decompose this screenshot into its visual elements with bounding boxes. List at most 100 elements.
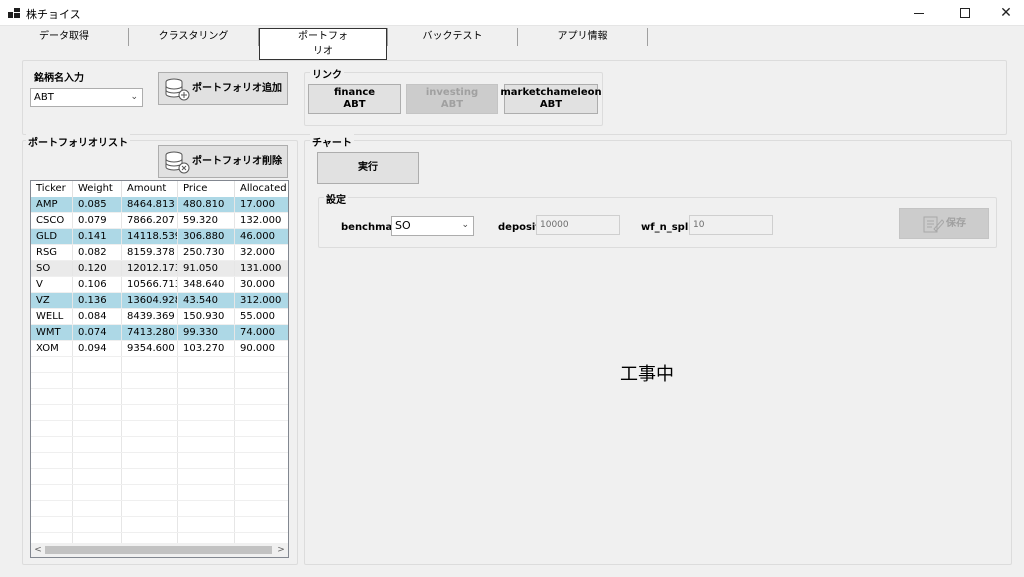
link-group-title: リンク bbox=[310, 66, 344, 81]
table-cell bbox=[73, 357, 122, 372]
table-row[interactable]: CSCO 0.079 7866.207 59.320 132.000 bbox=[31, 213, 288, 229]
table-row[interactable]: RSG 0.082 8159.378 250.730 32.000 bbox=[31, 245, 288, 261]
delete-portfolio-button[interactable]: ポートフォリオ削除 bbox=[158, 145, 288, 178]
empty-row bbox=[31, 437, 288, 453]
table-cell: 0.141 bbox=[73, 229, 122, 244]
column-header[interactable]: Price bbox=[178, 181, 235, 197]
table-cell: 250.730 bbox=[178, 245, 235, 260]
tab-data-fetch[interactable]: データ取得 bbox=[0, 28, 128, 46]
tab-app-info[interactable]: アプリ情報 bbox=[518, 28, 647, 46]
column-header[interactable]: Amount bbox=[122, 181, 178, 197]
column-header[interactable]: Allocated bbox=[235, 181, 288, 197]
table-cell: AMP bbox=[31, 197, 73, 212]
tab-clustering[interactable]: クラスタリング bbox=[129, 28, 258, 46]
empty-row bbox=[31, 357, 288, 373]
marketchameleon-link-button[interactable]: marketchameleon ABT bbox=[500, 84, 602, 114]
table-row[interactable]: GLD 0.141 14118.539 306.880 46.000 bbox=[31, 229, 288, 245]
wf-n-splid-input[interactable]: 10 bbox=[689, 215, 773, 235]
save-button[interactable]: 保存 bbox=[899, 208, 989, 239]
table-cell bbox=[31, 421, 73, 436]
table-cell: 132.000 bbox=[240, 215, 282, 226]
table-cell: V bbox=[31, 277, 73, 292]
table-cell bbox=[178, 357, 235, 372]
table-cell bbox=[235, 389, 288, 404]
table-cell: 7866.207 bbox=[122, 213, 178, 228]
table-row[interactable]: VZ 0.136 13604.928 43.540 312.000 bbox=[31, 293, 288, 309]
table-cell bbox=[122, 485, 178, 500]
column-header[interactable]: Ticker bbox=[31, 181, 73, 197]
stock-select[interactable]: ABT ⌄ bbox=[30, 88, 143, 107]
run-button[interactable]: 実行 bbox=[317, 152, 419, 184]
table-row[interactable]: WELL 0.084 8439.369 150.930 55.000 bbox=[31, 309, 288, 325]
table-cell bbox=[31, 501, 73, 516]
minimize-icon bbox=[914, 12, 924, 14]
empty-row bbox=[31, 389, 288, 405]
table-cell: 7413.280 bbox=[122, 325, 178, 340]
portfolio-list-view[interactable]: Ticker Weight Amount Price Allocated AMP… bbox=[30, 180, 289, 558]
table-cell: 90.000 bbox=[240, 343, 275, 354]
table-cell bbox=[178, 485, 235, 500]
minimize-button[interactable] bbox=[896, 0, 942, 26]
table-cell: 30.000 bbox=[240, 279, 275, 290]
tab-backtest[interactable]: バックテスト bbox=[388, 28, 517, 46]
window-title: 株チョイス bbox=[26, 8, 81, 21]
scroll-right-icon[interactable]: > bbox=[274, 543, 288, 557]
table-cell: 8159.378 bbox=[122, 245, 178, 260]
table-cell: 14118.539 bbox=[122, 229, 178, 244]
scroll-thumb[interactable] bbox=[45, 546, 272, 554]
table-cell: 480.810 bbox=[178, 197, 235, 212]
table-cell bbox=[31, 453, 73, 468]
table-cell: 348.640 bbox=[178, 277, 235, 292]
table-cell bbox=[73, 469, 122, 484]
table-cell bbox=[122, 469, 178, 484]
table-cell bbox=[122, 405, 178, 420]
save-edit-icon bbox=[923, 216, 944, 232]
benchmark-select[interactable]: SO ⌄ bbox=[391, 216, 474, 236]
table-cell: XOM bbox=[31, 341, 73, 356]
scroll-left-icon[interactable]: < bbox=[31, 543, 45, 557]
empty-row bbox=[31, 405, 288, 421]
table-cell bbox=[73, 453, 122, 468]
table-cell: 10566.713 bbox=[122, 277, 178, 292]
investing-link-button[interactable]: investing ABT bbox=[406, 84, 498, 114]
table-row[interactable]: XOM 0.094 9354.600 103.270 90.000 bbox=[31, 341, 288, 357]
table-cell: 43.540 bbox=[178, 293, 235, 308]
title-bar: 株チョイス ✕ bbox=[0, 0, 1024, 26]
horizontal-scrollbar[interactable]: < > bbox=[31, 543, 288, 557]
finance-link-button[interactable]: finance ABT bbox=[308, 84, 401, 114]
table-cell bbox=[235, 373, 288, 388]
table-cell: 17.000 bbox=[240, 199, 275, 210]
table-row[interactable]: AMP 0.085 8464.813 480.810 17.000 bbox=[31, 197, 288, 213]
under-construction-text: 工事中 bbox=[620, 364, 674, 385]
app-icon bbox=[8, 8, 20, 18]
table-cell: SO bbox=[31, 261, 73, 276]
table-cell bbox=[73, 373, 122, 388]
table-cell bbox=[31, 517, 73, 532]
add-portfolio-button[interactable]: ポートフォリオ追加 bbox=[158, 72, 288, 105]
empty-row bbox=[31, 469, 288, 485]
table-cell: 306.880 bbox=[178, 229, 235, 244]
table-cell: GLD bbox=[31, 229, 73, 244]
table-cell: 13604.928 bbox=[122, 293, 178, 308]
table-cell: 0.106 bbox=[73, 277, 122, 292]
table-cell bbox=[73, 517, 122, 532]
close-button[interactable]: ✕ bbox=[988, 0, 1024, 26]
table-row[interactable]: WMT 0.074 7413.280 99.330 74.000 bbox=[31, 325, 288, 341]
stock-input-label: 銘柄名入力 bbox=[34, 73, 84, 84]
table-cell: 0.079 bbox=[73, 213, 122, 228]
portfolio-list-title: ポートフォリオリスト bbox=[26, 134, 130, 149]
table-row[interactable]: SO 0.120 12012.173 91.050 131.000 bbox=[31, 261, 288, 277]
table-cell: 0.084 bbox=[73, 309, 122, 324]
table-cell bbox=[122, 517, 178, 532]
maximize-button[interactable] bbox=[942, 0, 988, 26]
table-row[interactable]: V 0.106 10566.713 348.640 30.000 bbox=[31, 277, 288, 293]
tab-portfolio[interactable]: ポートフォリオ bbox=[259, 28, 387, 60]
table-cell bbox=[178, 405, 235, 420]
database-delete-icon bbox=[165, 151, 190, 173]
deposit-label: deposit bbox=[498, 222, 541, 233]
column-header[interactable]: Weight bbox=[73, 181, 122, 197]
table-cell bbox=[31, 389, 73, 404]
table-cell: 32.000 bbox=[240, 247, 275, 258]
deposit-input[interactable]: 10000 bbox=[536, 215, 620, 235]
table-cell: 55.000 bbox=[240, 311, 275, 322]
